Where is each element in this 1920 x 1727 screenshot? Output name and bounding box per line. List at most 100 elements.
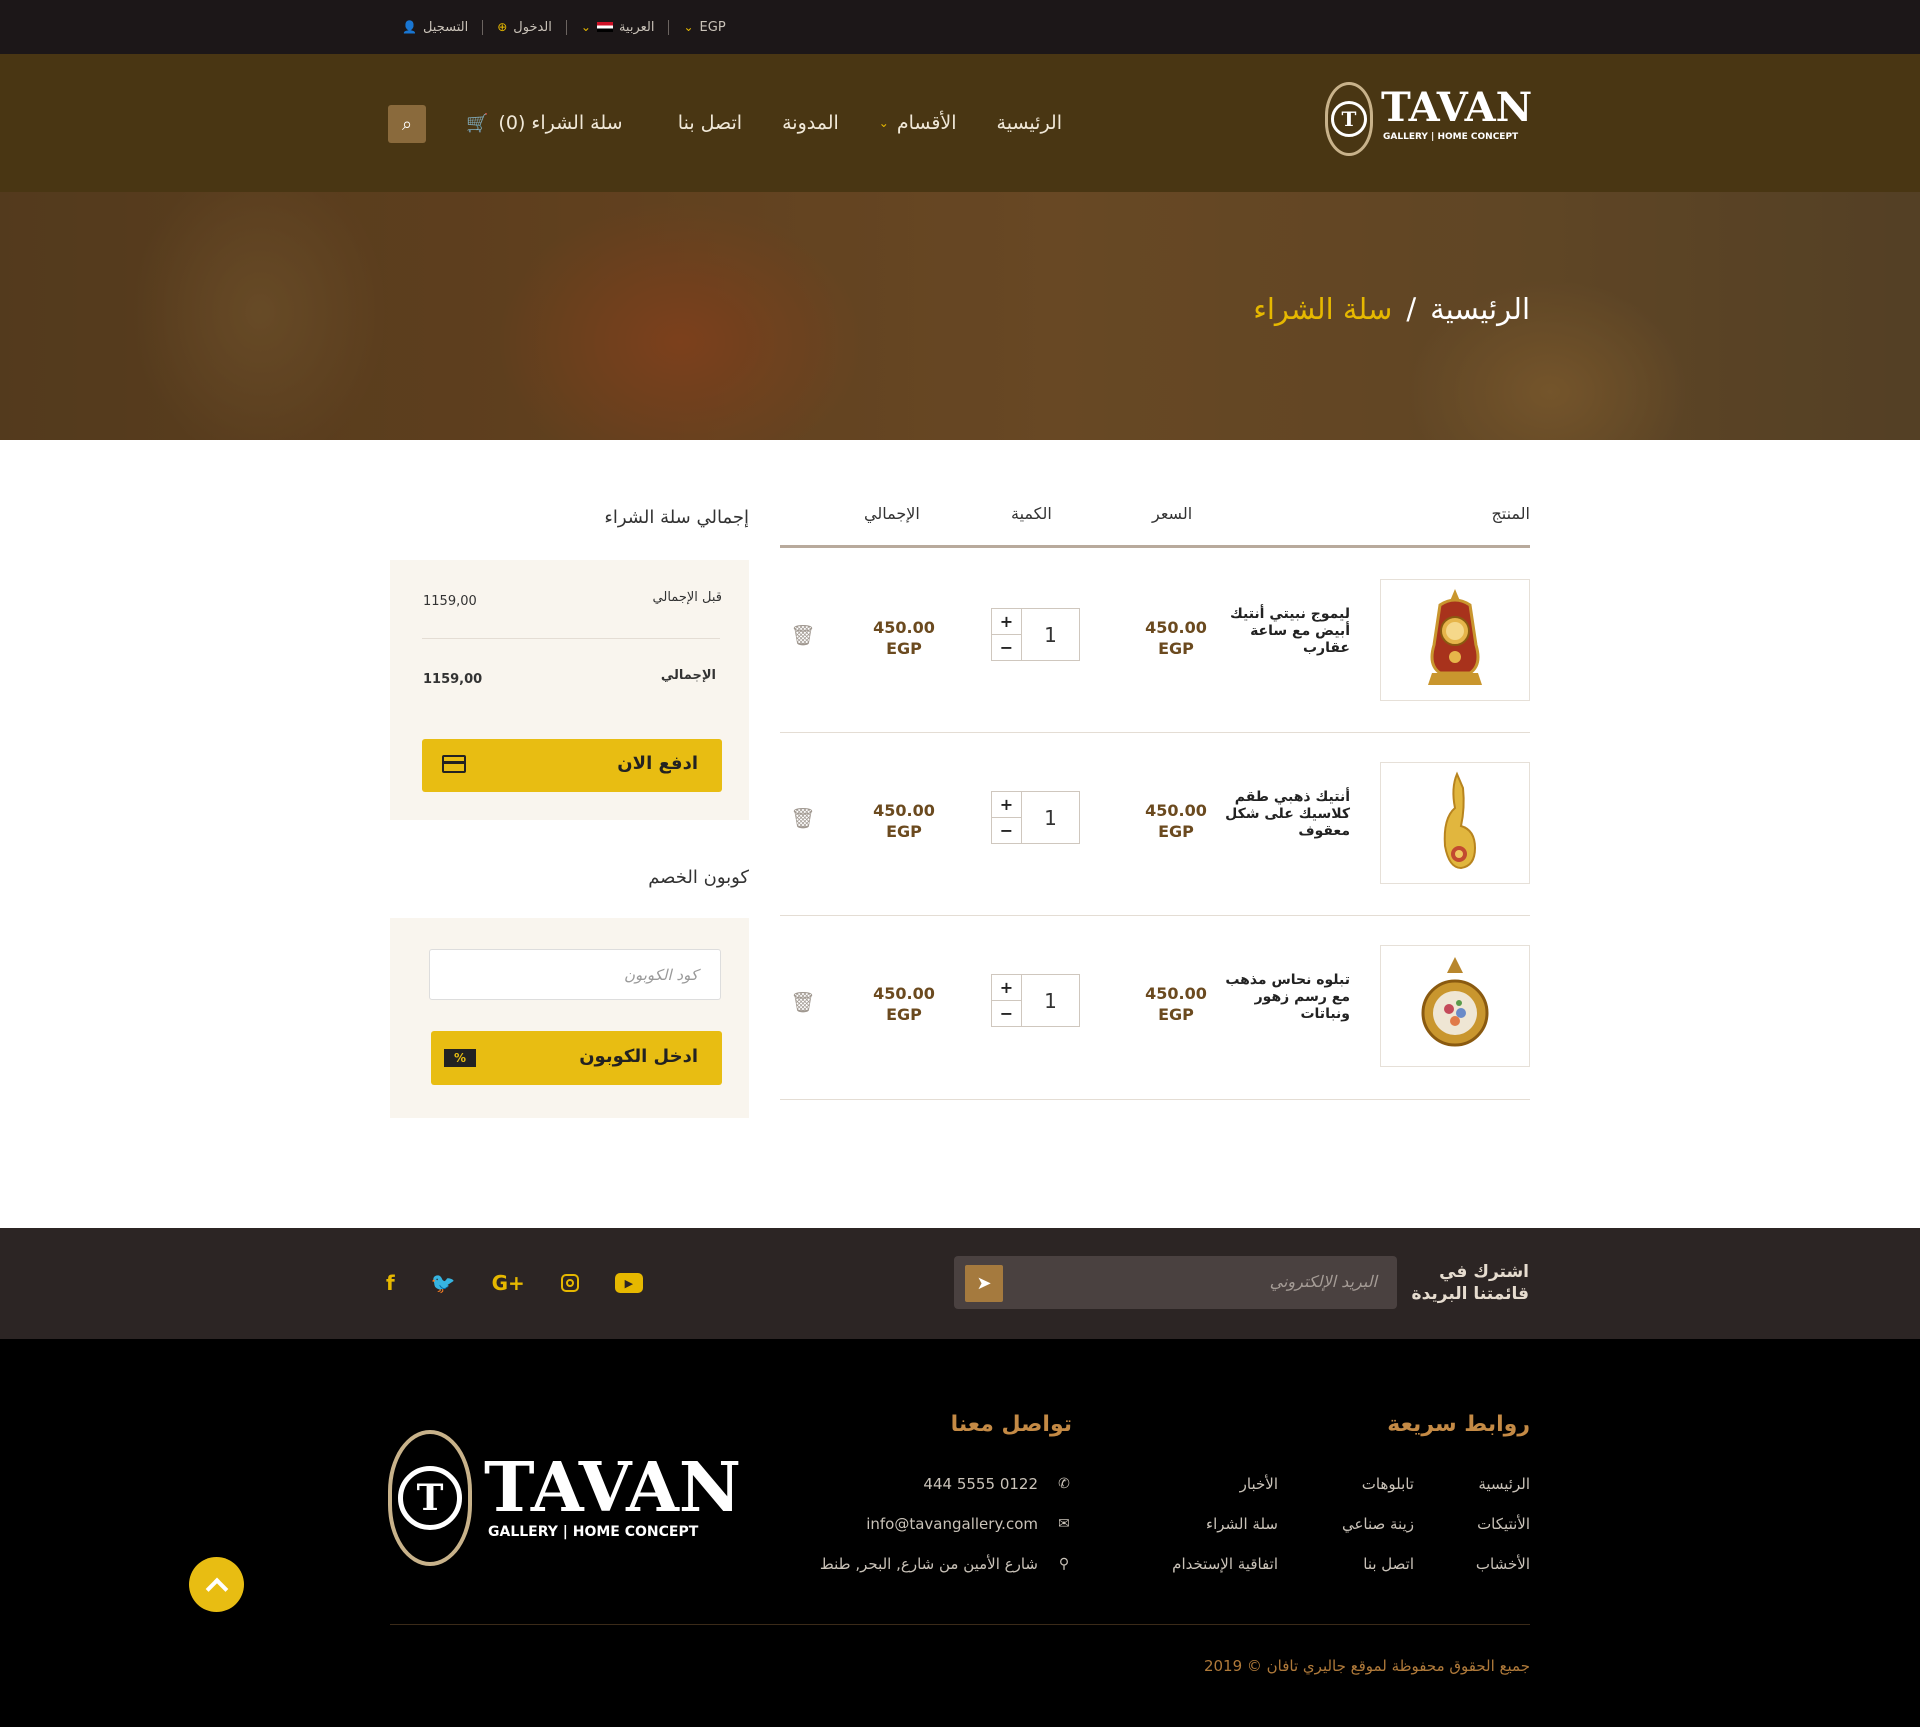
chevron-down-icon: ⌄ — [580, 20, 591, 34]
row-total: 450.00 EGP — [873, 618, 935, 658]
coupon-box — [390, 918, 749, 1118]
footer-link[interactable]: الأنتيكات — [1477, 1515, 1530, 1533]
contact-title: تواصل معنا — [950, 1412, 1072, 1437]
product-image[interactable] — [1380, 762, 1530, 884]
register-link[interactable]: 👤 التسجيل — [388, 20, 482, 35]
footer-link[interactable]: الأخبار — [1240, 1475, 1278, 1493]
top-bar-items: ⌄ EGP ⌄ العربية ⊕ الدخول 👤 التسجيل — [388, 0, 740, 54]
currency-selector[interactable]: ⌄ EGP — [668, 19, 739, 35]
subtotal-value: 1159,00 — [423, 594, 477, 609]
send-icon[interactable]: ➤ — [965, 1265, 1003, 1302]
register-label: التسجيل — [422, 19, 469, 35]
footer — [0, 1339, 1920, 1727]
nav-contact[interactable]: اتصل بنا — [678, 112, 742, 134]
total-label: الإجمالي — [660, 668, 716, 683]
quantity-stepper: + − 1 — [991, 974, 1080, 1027]
chevron-down-icon: ⌄ — [683, 20, 694, 34]
row-divider — [780, 915, 1530, 916]
quantity-input[interactable]: 1 — [1022, 792, 1079, 843]
contact-email[interactable]: ✉ info@tavangallery.com — [866, 1515, 1072, 1533]
quick-links-title: روابط سريعة — [1387, 1412, 1530, 1437]
product-price: 450.00 EGP — [1145, 801, 1207, 841]
trash-icon: 🗑 — [790, 806, 816, 830]
decrement-button[interactable]: − — [992, 1001, 1021, 1026]
logo-tagline: GALLERY | HOME CONCEPT — [1383, 132, 1519, 142]
cart-label: سلة الشراء (0) — [498, 112, 623, 134]
increment-button[interactable]: + — [992, 792, 1021, 818]
footer-link[interactable]: اتصل بنا — [1363, 1555, 1414, 1573]
delete-button[interactable]: 🗑 — [790, 990, 815, 1014]
user-add-icon: 👤 — [402, 20, 417, 34]
language-label: العربية — [618, 19, 655, 35]
pay-now-button[interactable]: ادفع الان — [422, 739, 722, 792]
header-product: المنتج — [1491, 504, 1530, 523]
instagram-icon[interactable] — [560, 1274, 579, 1292]
login-label: الدخول — [513, 19, 552, 35]
main-nav: الرئيسية الأقسام ⌄ المدونة اتصل بنا — [678, 54, 1062, 192]
chevron-up-icon — [205, 1577, 228, 1600]
language-selector[interactable]: ⌄ العربية — [565, 19, 669, 35]
chevron-down-icon: ⌄ — [878, 116, 889, 130]
coupon-code-input[interactable]: كود الكوبون — [429, 949, 721, 1000]
quantity-input[interactable]: 1 — [1022, 609, 1079, 660]
total-value: 1159,00 — [423, 672, 483, 687]
footer-logo[interactable]: T TAVAN GALLERY | HOME CONCEPT — [388, 1430, 741, 1570]
site-logo[interactable]: T TAVAN GALLERY | HOME CONCEPT — [1325, 80, 1532, 164]
footer-link[interactable]: اتفاقية الإستخدام — [1172, 1555, 1278, 1573]
breadcrumb-current: سلة الشراء — [1253, 292, 1393, 326]
cart-icon: 🛒 — [466, 112, 489, 134]
social-links: f 🐦 G+ ▶ — [386, 1271, 643, 1295]
product-name[interactable]: ليموج نبيتي أنتيك أبيض مع ساعة عقارب — [1220, 606, 1350, 657]
increment-button[interactable]: + — [992, 609, 1021, 635]
nav-cart[interactable]: سلة الشراء (0) 🛒 — [466, 54, 623, 192]
footer-link[interactable]: سلة الشراء — [1206, 1515, 1278, 1533]
copyright-text: جميع الحقوق محفوظة لموقع جاليري تافان © … — [1203, 1657, 1530, 1675]
row-total: 450.00 EGP — [873, 984, 935, 1024]
summary-divider — [422, 638, 720, 639]
facebook-icon[interactable]: f — [386, 1271, 395, 1295]
coupon-title: كوبون الخصم — [648, 867, 749, 888]
header-total: الإجمالي — [864, 504, 920, 523]
newsletter-email-input[interactable]: البريد الإلكتروني ➤ — [954, 1256, 1397, 1309]
delete-button[interactable]: 🗑 — [790, 806, 816, 830]
footer-link[interactable]: الأخشاب — [1476, 1555, 1530, 1573]
newsletter-title: اشترك في قائمتنا البريدة — [1411, 1262, 1529, 1304]
trash-icon: 🗑 — [790, 623, 816, 647]
product-image[interactable] — [1380, 579, 1530, 701]
decrement-button[interactable]: − — [992, 818, 1021, 843]
youtube-icon[interactable]: ▶ — [614, 1273, 643, 1293]
increment-button[interactable]: + — [992, 975, 1021, 1001]
breadcrumb-home[interactable]: الرئيسية — [1430, 292, 1530, 326]
login-link[interactable]: ⊕ الدخول — [482, 19, 566, 35]
delete-button[interactable]: 🗑 — [790, 623, 816, 647]
header-quantity: الكمية — [1011, 504, 1052, 523]
decrement-button[interactable]: − — [992, 635, 1021, 660]
hero-banner — [0, 192, 1920, 440]
search-button[interactable]: ⌕ — [388, 105, 426, 143]
row-divider — [780, 732, 1530, 733]
product-name[interactable]: أنتيك ذهبي طقم كلاسيك على شكل معقوف — [1220, 789, 1350, 840]
footer-link[interactable]: تابلوهات — [1362, 1475, 1414, 1493]
footer-link[interactable]: زينة صناعي — [1342, 1515, 1414, 1533]
login-icon: ⊕ — [497, 20, 508, 34]
twitter-icon[interactable]: 🐦 — [431, 1271, 456, 1295]
nav-blog[interactable]: المدونة — [782, 112, 839, 134]
footer-divider — [390, 1624, 1530, 1625]
google-plus-icon[interactable]: G+ — [492, 1271, 525, 1295]
quantity-stepper: + − 1 — [991, 608, 1080, 661]
contact-phone[interactable]: ✆ 0122 5555 444 — [923, 1475, 1072, 1493]
product-image[interactable] — [1380, 945, 1530, 1067]
plaque-icon — [1421, 957, 1489, 1047]
product-name[interactable]: تبلوه نحاس مذهب مع رسم زهور ونباتات — [1220, 972, 1350, 1023]
footer-link[interactable]: الرئيسية — [1478, 1475, 1530, 1493]
cart-summary-title: إجمالي سلة الشراء — [604, 507, 749, 528]
location-pin-icon: ⚲ — [1058, 1556, 1070, 1572]
quantity-input[interactable]: 1 — [1022, 975, 1079, 1026]
header-price: السعر — [1152, 504, 1193, 523]
back-to-top-button[interactable] — [189, 1557, 244, 1612]
nav-home[interactable]: الرئيسية — [997, 112, 1062, 134]
breadcrumb: الرئيسية / سلة الشراء — [1253, 292, 1530, 326]
nav-categories[interactable]: الأقسام ⌄ — [879, 112, 957, 134]
apply-coupon-button[interactable]: ادخل الكوبون % — [431, 1031, 722, 1085]
egypt-flag-icon — [596, 22, 613, 32]
